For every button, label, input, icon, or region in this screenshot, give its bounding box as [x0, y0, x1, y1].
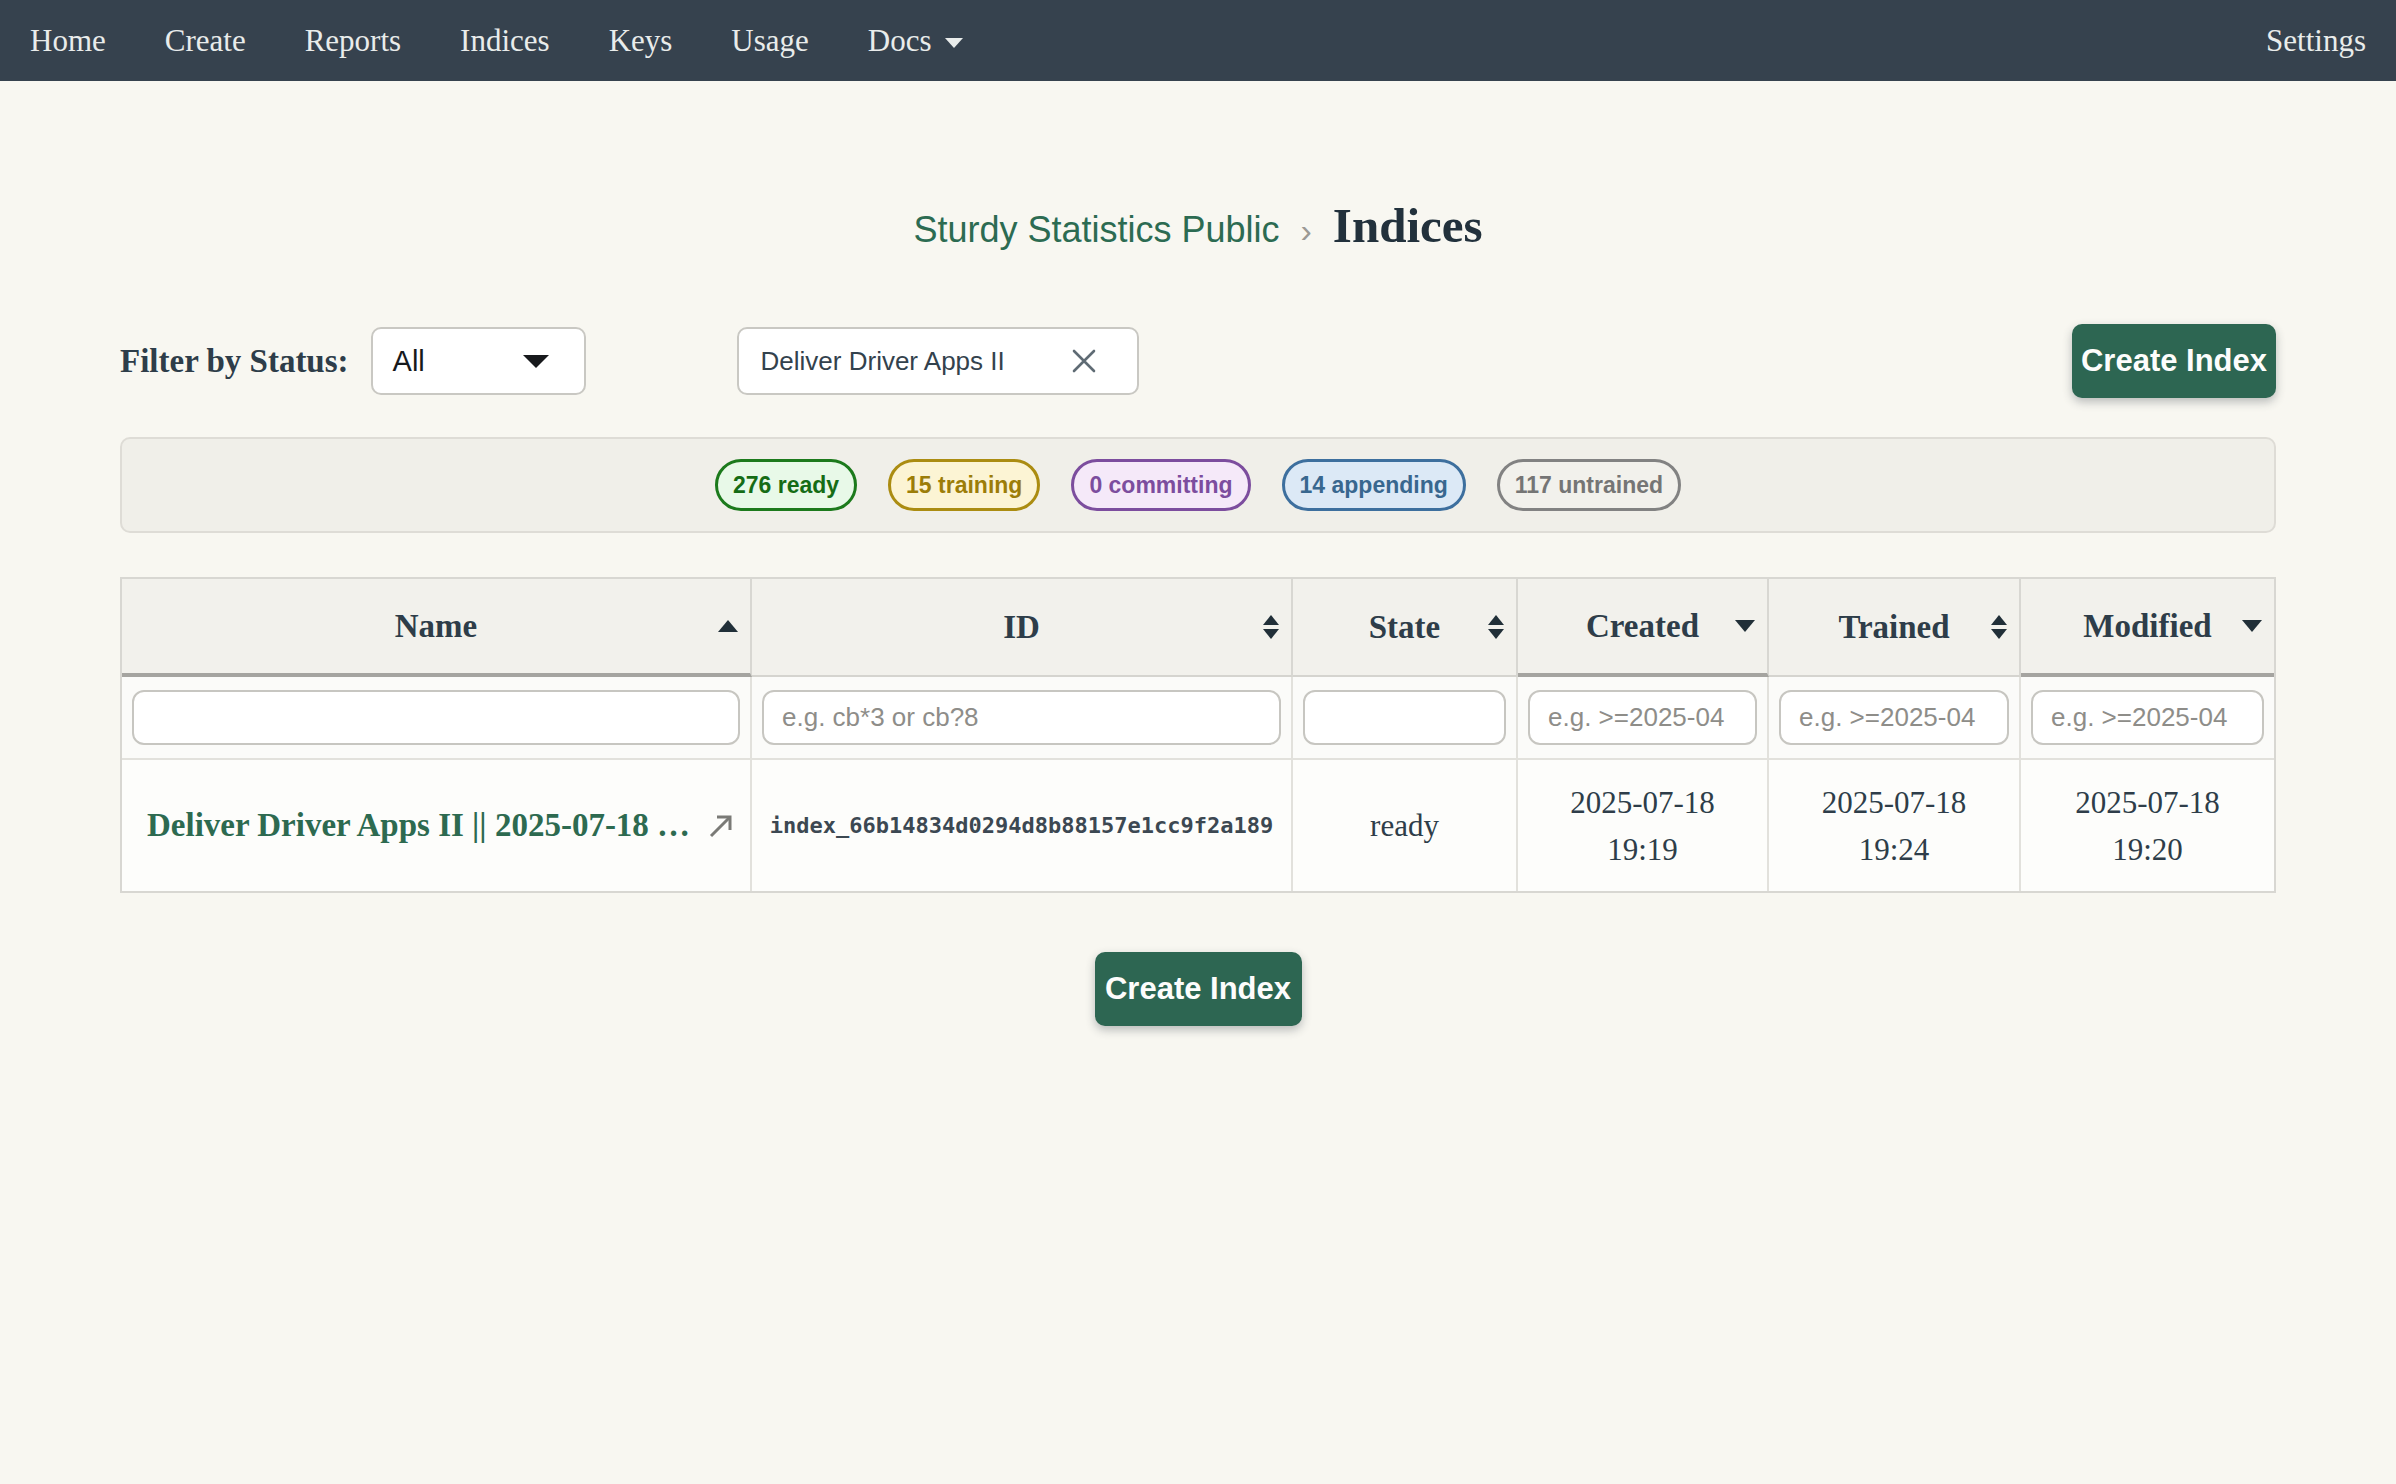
- index-created-cell: 2025-07-18 19:19: [1518, 760, 1769, 891]
- select-caret-icon: [523, 355, 549, 368]
- name-filter-input[interactable]: [132, 690, 740, 745]
- breadcrumb: Sturdy Statistics Public › Indices: [0, 81, 2396, 254]
- sort-both-icon: [1488, 615, 1504, 639]
- page-title: Indices: [1333, 197, 1483, 254]
- badge-committing[interactable]: 0 committing: [1071, 459, 1250, 511]
- filter-by-status-label: Filter by Status:: [120, 343, 349, 380]
- index-trained-cell: 2025-07-18 19:24: [1769, 760, 2021, 891]
- table-row: Deliver Driver Apps II || 2025-07-18 … i…: [122, 760, 2274, 891]
- nav-item-keys[interactable]: Keys: [609, 23, 673, 59]
- status-filter-value: All: [393, 345, 425, 378]
- column-header-created-label: Created: [1586, 608, 1699, 645]
- sort-desc-icon: [1735, 620, 1755, 632]
- badge-untrained[interactable]: 117 untrained: [1497, 459, 1681, 511]
- breadcrumb-parent-link[interactable]: Sturdy Statistics Public: [913, 209, 1279, 251]
- nav-item-reports[interactable]: Reports: [305, 23, 401, 59]
- column-header-modified[interactable]: Modified: [2021, 579, 2274, 677]
- index-name-link[interactable]: Deliver Driver Apps II || 2025-07-18 …: [147, 807, 690, 844]
- clear-search-icon[interactable]: [1070, 347, 1098, 375]
- sort-asc-icon: [718, 620, 738, 632]
- nav-item-docs[interactable]: Docs: [868, 23, 963, 59]
- bottom-action-bar: Create Index: [0, 952, 2396, 1026]
- nav-item-home-label: Home: [30, 23, 106, 59]
- create-index-button-top[interactable]: Create Index: [2072, 324, 2276, 398]
- search-box: [737, 327, 1139, 395]
- status-filter-select[interactable]: All: [371, 327, 586, 395]
- column-header-id[interactable]: ID: [752, 579, 1293, 677]
- created-filter-input[interactable]: [1528, 690, 1757, 745]
- modified-time: 19:20: [2112, 826, 2183, 873]
- trained-date: 2025-07-18: [1822, 779, 1967, 826]
- nav-item-settings[interactable]: Settings: [2266, 23, 2366, 59]
- nav-item-home[interactable]: Home: [30, 23, 106, 59]
- state-filter-input[interactable]: [1303, 690, 1506, 745]
- index-state-cell: ready: [1293, 760, 1518, 891]
- nav-item-docs-label: Docs: [868, 23, 932, 59]
- trained-time: 19:24: [1859, 826, 1930, 873]
- indices-table: Name ID State Created Trained Modified: [120, 577, 2276, 893]
- column-header-created[interactable]: Created: [1518, 579, 1769, 677]
- nav-item-create[interactable]: Create: [165, 23, 246, 59]
- search-input[interactable]: [761, 346, 1070, 377]
- column-header-trained-label: Trained: [1838, 609, 1949, 646]
- column-header-trained[interactable]: Trained: [1769, 579, 2021, 677]
- trained-filter-input[interactable]: [1779, 690, 2009, 745]
- badge-ready[interactable]: 276 ready: [715, 459, 857, 511]
- column-header-id-label: ID: [1003, 609, 1040, 646]
- sort-both-icon: [1263, 615, 1279, 639]
- nav-item-indices-label: Indices: [460, 23, 550, 59]
- chevron-down-icon: [945, 38, 963, 48]
- status-counts-bar: 276 ready 15 training 0 committing 14 ap…: [120, 437, 2276, 533]
- nav-item-create-label: Create: [165, 23, 246, 59]
- column-header-modified-label: Modified: [2083, 608, 2211, 645]
- column-header-state-label: State: [1369, 609, 1440, 646]
- nav-item-keys-label: Keys: [609, 23, 673, 59]
- nav-item-indices[interactable]: Indices: [460, 23, 550, 59]
- created-date: 2025-07-18: [1570, 779, 1715, 826]
- filter-toolbar: Filter by Status: All Create Index: [120, 327, 2276, 395]
- main-content: Sturdy Statistics Public › Indices Filte…: [0, 81, 2396, 1026]
- nav-menu: Home Create Reports Indices Keys Usage D…: [30, 23, 963, 59]
- column-header-name[interactable]: Name: [122, 579, 752, 677]
- top-navbar: Home Create Reports Indices Keys Usage D…: [0, 0, 2396, 81]
- badge-appending[interactable]: 14 appending: [1282, 459, 1466, 511]
- created-time: 19:19: [1607, 826, 1678, 873]
- create-index-button-bottom[interactable]: Create Index: [1095, 952, 1302, 1026]
- column-header-state[interactable]: State: [1293, 579, 1518, 677]
- id-filter-input[interactable]: [762, 690, 1281, 745]
- sort-desc-icon: [2242, 620, 2262, 632]
- external-link-icon[interactable]: [706, 811, 736, 841]
- breadcrumb-separator-icon: ›: [1301, 211, 1312, 250]
- sort-both-icon: [1991, 615, 2007, 639]
- table-filter-row: [122, 677, 2274, 760]
- index-id-cell: index_66b14834d0294d8b88157e1cc9f2a189: [752, 760, 1293, 891]
- index-modified-cell: 2025-07-18 19:20: [2021, 760, 2274, 891]
- modified-filter-input[interactable]: [2031, 690, 2264, 745]
- table-header-row: Name ID State Created Trained Modified: [122, 579, 2274, 677]
- badge-training[interactable]: 15 training: [888, 459, 1040, 511]
- modified-date: 2025-07-18: [2075, 779, 2220, 826]
- nav-item-reports-label: Reports: [305, 23, 401, 59]
- column-header-name-label: Name: [395, 608, 477, 645]
- nav-item-usage[interactable]: Usage: [731, 23, 808, 59]
- nav-item-usage-label: Usage: [731, 23, 808, 59]
